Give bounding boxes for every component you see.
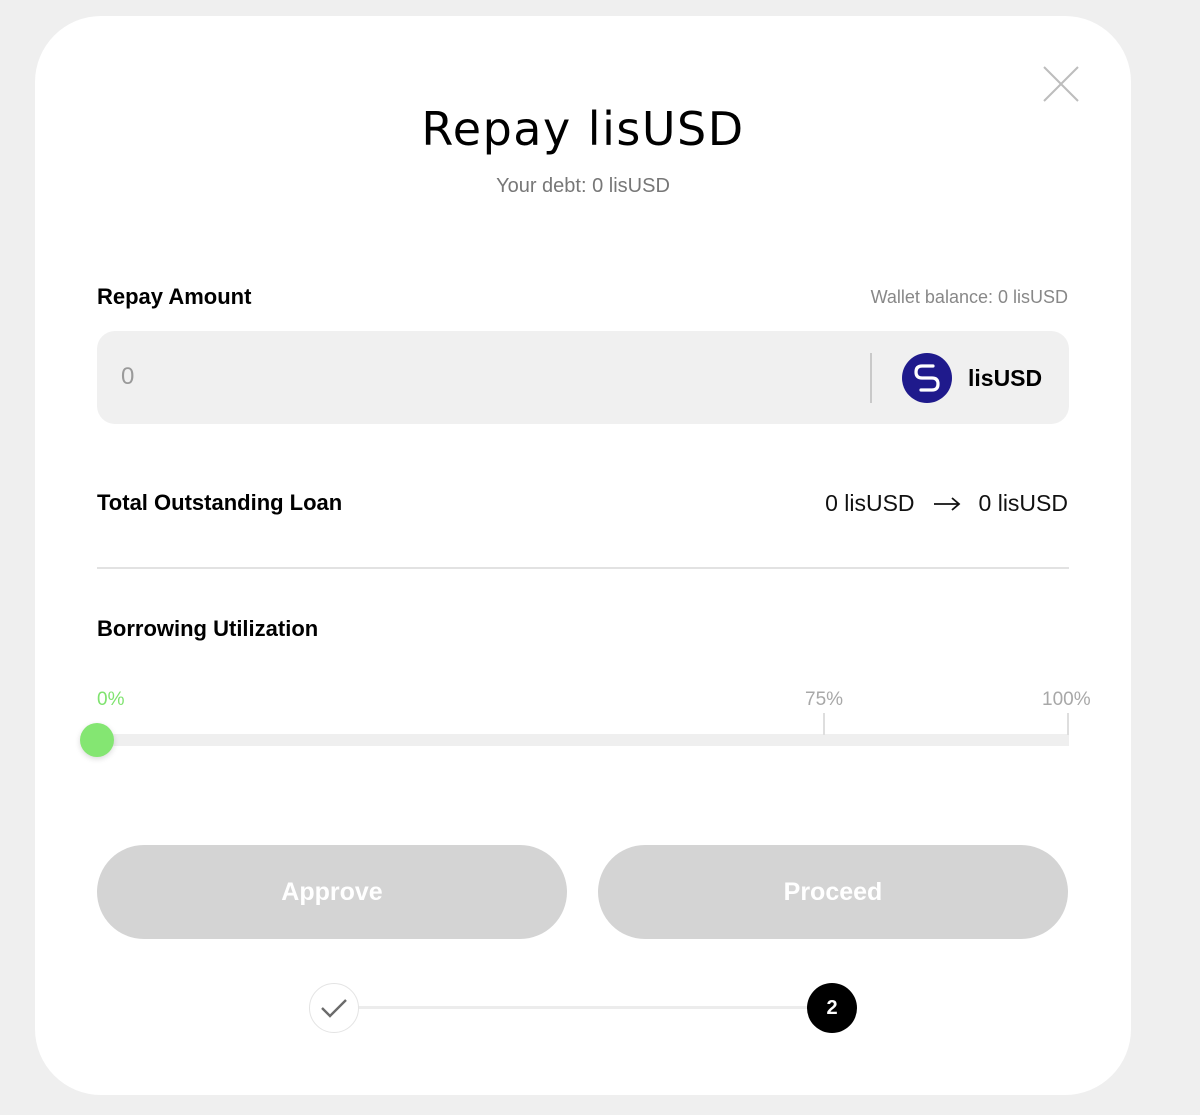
utilization-mark-100: 100%	[1042, 689, 1091, 710]
utilization-mark-0: 0%	[97, 689, 125, 710]
section-divider	[97, 567, 1069, 569]
token-name: lisUSD	[968, 364, 1043, 391]
approve-button[interactable]: Approve	[97, 845, 567, 939]
borrowing-utilization-label: Borrowing Utilization	[97, 616, 319, 641]
utilization-slider-knob[interactable]	[80, 723, 114, 757]
token-selector[interactable]: lisUSD	[902, 352, 1042, 404]
wallet-balance: Wallet balance: 0 lisUSD	[870, 287, 1068, 307]
repay-modal: Repay lisUSD Your debt: 0 lisUSD Repay A…	[35, 16, 1131, 1095]
checkmark-icon	[321, 999, 347, 1018]
step-2-indicator: 2	[807, 983, 857, 1033]
loan-current-value: 0 lisUSD	[825, 490, 915, 516]
close-icon[interactable]	[1041, 64, 1081, 104]
proceed-button[interactable]: Proceed	[598, 845, 1068, 939]
repay-amount-input[interactable]	[121, 357, 821, 397]
arrow-right-icon	[933, 496, 960, 511]
step-1-complete	[309, 983, 359, 1033]
outstanding-loan-label: Total Outstanding Loan	[97, 490, 343, 515]
utilization-track[interactable]	[97, 734, 1069, 746]
modal-title: Repay lisUSD	[421, 102, 745, 156]
lisusd-token-icon	[902, 353, 952, 403]
input-divider	[870, 353, 872, 403]
debt-text: Your debt: 0 lisUSD	[496, 175, 670, 197]
outstanding-loan-values: 0 lisUSD 0 lisUSD	[825, 490, 1068, 517]
repay-amount-field: lisUSD	[97, 331, 1069, 424]
loan-after-value: 0 lisUSD	[978, 490, 1068, 516]
utilization-tick-75	[823, 713, 825, 735]
repay-amount-label: Repay Amount	[97, 284, 252, 309]
utilization-mark-75: 75%	[805, 689, 844, 710]
step-progress-line	[357, 1006, 809, 1009]
utilization-tick-100	[1067, 713, 1069, 735]
